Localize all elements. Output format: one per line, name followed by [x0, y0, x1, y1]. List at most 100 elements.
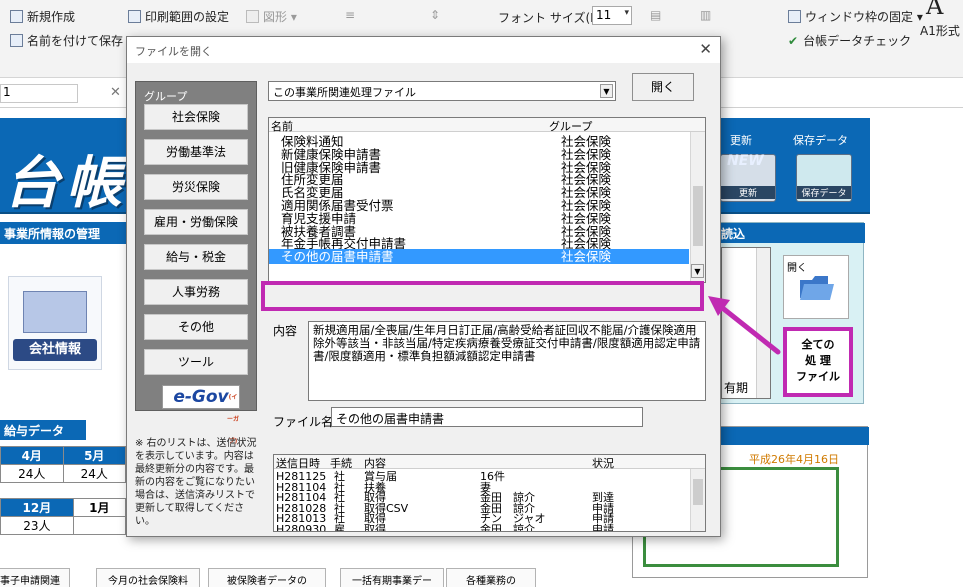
dialog-titlebar[interactable]: ファイルを開く ✕	[127, 37, 720, 63]
save-data-label: 保存データ	[793, 134, 848, 147]
filename-label: ファイル名	[273, 415, 334, 429]
group-button-hr[interactable]: 人事労務	[144, 279, 248, 305]
calendar-date: 平成26年4月16日	[749, 453, 839, 466]
file-list-item-selected[interactable]: その他の届書申請書 社会保険	[269, 249, 689, 265]
file-group: 社会保険	[561, 249, 612, 265]
open-file-dialog: ファイルを開く ✕ グループ 社会保険 労働基準法 労災保険 雇用・労働保険 給…	[126, 36, 721, 537]
folder-icon	[800, 276, 834, 300]
dialog-body: グループ 社会保険 労働基準法 労災保険 雇用・労働保険 給与・税金 人事労務 …	[127, 63, 720, 536]
column-header-procedure[interactable]: 手続	[330, 455, 352, 471]
save-data-icon-label: 保存データ	[797, 186, 851, 199]
send-log-header: 送信日時 手続 内容 状況	[274, 455, 705, 471]
bottom-button[interactable]: 各種業務の	[446, 568, 536, 587]
send-log-list[interactable]: 送信日時 手続 内容 状況 H281125 社賞与届 16件 H281104 社扶養妻 H…	[273, 454, 706, 532]
status-note: ※ 右のリストは、送信状況を表示しています。内容は最終更新分の内容です。最新の内…	[135, 438, 257, 527]
paste-icon[interactable]: ▥	[700, 8, 711, 22]
filename-field[interactable]: その他の届書申請書	[331, 407, 643, 427]
salary-count: 24人	[62, 464, 126, 483]
group-label: グループ	[144, 90, 188, 103]
log-date: H280930	[276, 522, 327, 532]
chevron-down-icon[interactable]: ▼	[600, 84, 613, 98]
open-button[interactable]: 開く	[632, 73, 694, 101]
scrollbar[interactable]: ▼	[690, 132, 705, 282]
salary-count	[72, 516, 127, 535]
name-box[interactable]: 1	[0, 84, 78, 103]
a1-format-icon[interactable]: A	[926, 0, 943, 20]
column-header-group[interactable]: グループ	[549, 118, 592, 134]
scrollbar-thumb[interactable]	[693, 186, 703, 246]
bottom-button[interactable]: 事子申請関連	[0, 568, 70, 587]
freeze-panes-icon	[788, 10, 801, 23]
salary-table: 12月 1月 23人	[0, 498, 127, 535]
save-as-button[interactable]: 名前を付けて保存	[10, 32, 123, 49]
new-document-icon	[10, 10, 23, 23]
cancel-icon[interactable]: ✕	[110, 85, 121, 100]
salary-month: 5月	[62, 446, 126, 465]
annotation-arrow	[708, 296, 781, 355]
salary-month: 1月	[72, 498, 127, 517]
send-log-row[interactable]: H280930 雇 取得 金田 諒介 申請	[274, 522, 688, 532]
content-description: 新規適用届/全喪届/生年月日訂正届/高齢受給者証回収不能届/介護保険適用除外等該…	[308, 321, 706, 401]
group-button-workers-comp[interactable]: 労災保険	[144, 174, 248, 200]
egov-text: e-Gov	[173, 387, 229, 407]
shapes-button[interactable]: 図形 ▾	[246, 8, 297, 25]
format-icon[interactable]: ▤	[650, 8, 661, 22]
save-data-button[interactable]: 保存データ	[796, 154, 852, 202]
group-panel: グループ 社会保険 労働基準法 労災保険 雇用・労働保険 給与・税金 人事労務 …	[135, 81, 257, 445]
group-button-employment[interactable]: 雇用・労働保険	[144, 209, 248, 235]
font-size-select[interactable]: 11 ▾	[592, 6, 632, 25]
group-button-other[interactable]: その他	[144, 314, 248, 340]
print-range-icon	[128, 10, 141, 23]
new-document-button[interactable]: 新規作成	[10, 8, 75, 25]
file-scope-value: この事業所関連処理ファイル	[273, 86, 416, 99]
column-header-name[interactable]: 名前	[271, 118, 293, 134]
salary-table: 4月 5月 24人 24人	[0, 446, 126, 483]
scrollbar-thumb[interactable]	[693, 479, 703, 505]
load-panel-title: 読込	[717, 223, 865, 243]
print-range-button[interactable]: 印刷範囲の設定	[128, 8, 229, 25]
column-header-content[interactable]: 内容	[364, 455, 386, 471]
new-badge: NEW	[727, 153, 764, 169]
ledger-check-label: 台帳データチェック	[803, 34, 912, 48]
align-icon[interactable]: ≡	[345, 8, 355, 22]
shapes-icon	[246, 10, 259, 23]
log-person: 金田 諒介	[480, 522, 535, 532]
group-button-social-insurance[interactable]: 社会保険	[144, 104, 248, 130]
update-icon-label: 更新	[721, 186, 775, 199]
close-icon[interactable]: ✕	[699, 40, 712, 58]
freeze-panes-button[interactable]: ウィンドウ枠の固定 ▾	[788, 8, 923, 25]
content-label: 内容	[273, 324, 298, 338]
file-name: その他の届書申請書	[281, 249, 394, 265]
group-button-tools[interactable]: ツール	[144, 349, 248, 375]
column-header-date[interactable]: 送信日時	[276, 455, 320, 471]
a1-format-label[interactable]: A1形式	[920, 22, 960, 39]
company-info-label: 会社情報	[13, 339, 97, 361]
log-procedure: 雇	[334, 522, 345, 532]
company-info-button[interactable]: 会社情報	[8, 276, 102, 370]
update-label: 更新	[730, 134, 752, 147]
freeze-panes-label: ウィンドウ枠の固定	[805, 10, 914, 24]
app-logo: 台帳	[4, 150, 128, 216]
bottom-button[interactable]: 一括有期事業デー	[340, 568, 444, 587]
bottom-button[interactable]: 今月の社会保険料	[96, 568, 200, 587]
recent-file-item[interactable]: 有期	[724, 379, 748, 396]
all-files-line3: ファイル	[796, 370, 840, 383]
chevron-down-icon[interactable]: ▼	[691, 264, 704, 278]
spacing-icon[interactable]: ⇕	[430, 8, 440, 22]
chevron-down-icon: ▾	[624, 8, 629, 18]
file-scope-select[interactable]: この事業所関連処理ファイル ▼	[268, 81, 616, 101]
check-icon: ✔	[788, 34, 799, 48]
update-button[interactable]: NEW 更新	[720, 153, 776, 202]
shapes-label: 図形	[263, 10, 288, 24]
file-list[interactable]: 名前 グループ 保険料通知 社会保険 新健康保険申請書 社会保険 旧健康保険申請書 社会保…	[268, 117, 706, 283]
egov-logo[interactable]: e-Gov (イーガブ)	[162, 385, 240, 445]
group-button-payroll-tax[interactable]: 給与・税金	[144, 244, 248, 270]
group-button-labor-standards[interactable]: 労働基準法	[144, 139, 248, 165]
open-file-button[interactable]: 開く	[783, 255, 849, 319]
ledger-check-button[interactable]: ✔ 台帳データチェック	[788, 32, 911, 49]
column-header-status[interactable]: 状況	[592, 455, 614, 471]
all-files-line1: 全ての	[801, 338, 835, 351]
scrollbar[interactable]	[690, 469, 705, 531]
bottom-button[interactable]: 被保険者データの	[208, 568, 326, 587]
all-files-button[interactable]: 全ての 処 理 ファイル	[783, 327, 853, 397]
